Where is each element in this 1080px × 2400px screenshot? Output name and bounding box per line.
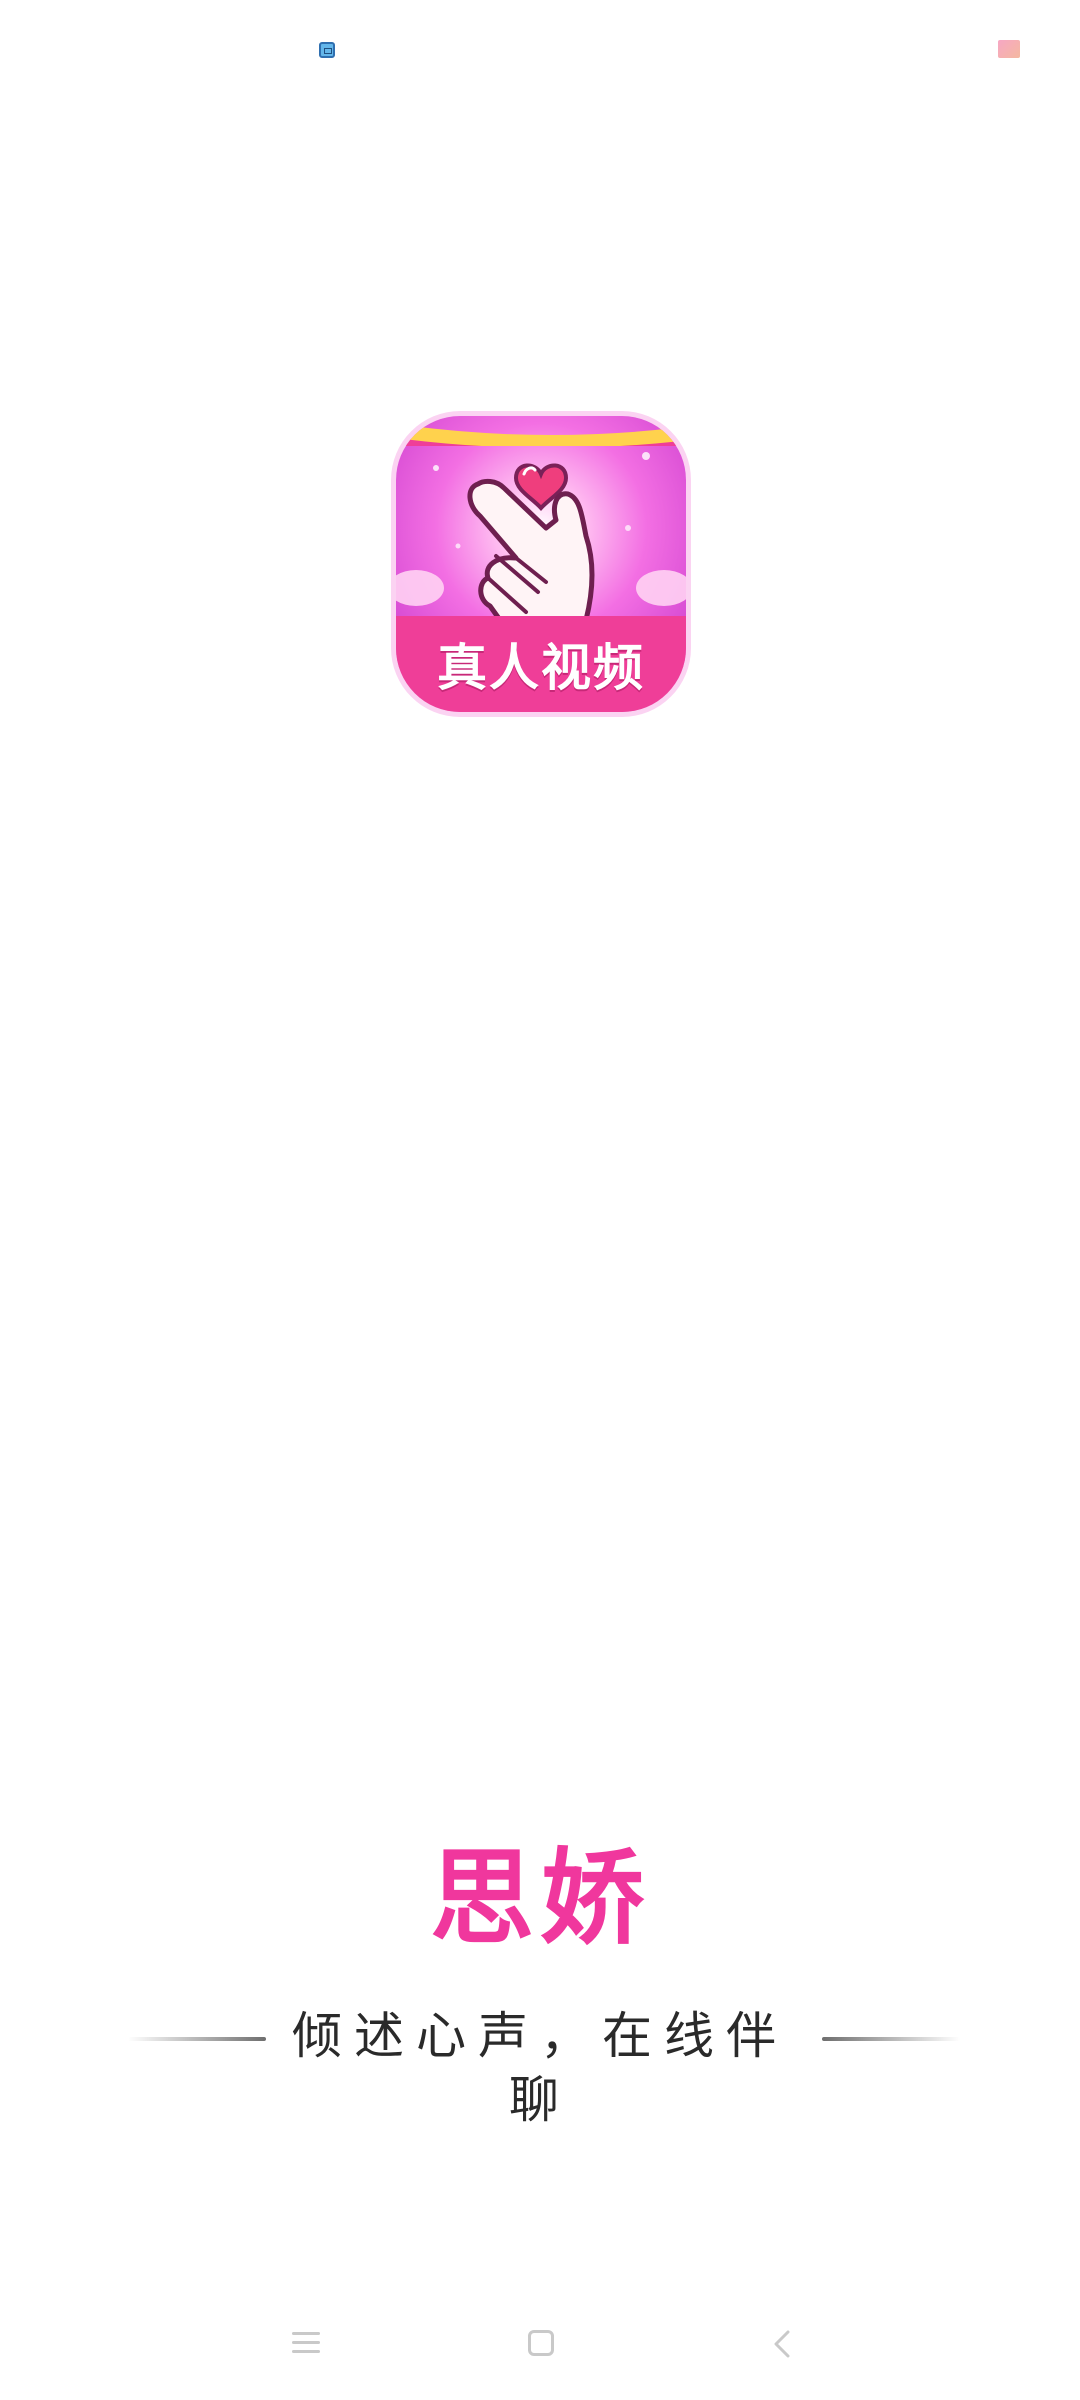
back-icon[interactable]	[770, 2330, 794, 2358]
logo-badge-text: 真人视频	[437, 639, 645, 697]
app-logo: 真人视频	[396, 416, 686, 712]
slogan-row: 倾述心声，在线伴聊	[0, 2000, 1080, 2129]
slogan-divider-right	[822, 2037, 960, 2041]
home-icon[interactable]	[528, 2330, 554, 2356]
slogan-text: 倾述心声，在线伴聊	[292, 2007, 788, 2129]
menu-icon[interactable]	[292, 2332, 320, 2354]
status-bar	[0, 0, 1080, 100]
splash-screen: 真人视频 思娇 倾述心声，在线伴聊	[0, 0, 1080, 2400]
slogan-divider-left	[128, 2037, 266, 2041]
navigation-bar	[0, 2300, 1080, 2400]
app-notification-icon	[319, 42, 335, 58]
app-name: 思娇	[429, 1837, 650, 1959]
logo-band-curve	[396, 424, 686, 446]
battery-icon	[998, 40, 1020, 58]
